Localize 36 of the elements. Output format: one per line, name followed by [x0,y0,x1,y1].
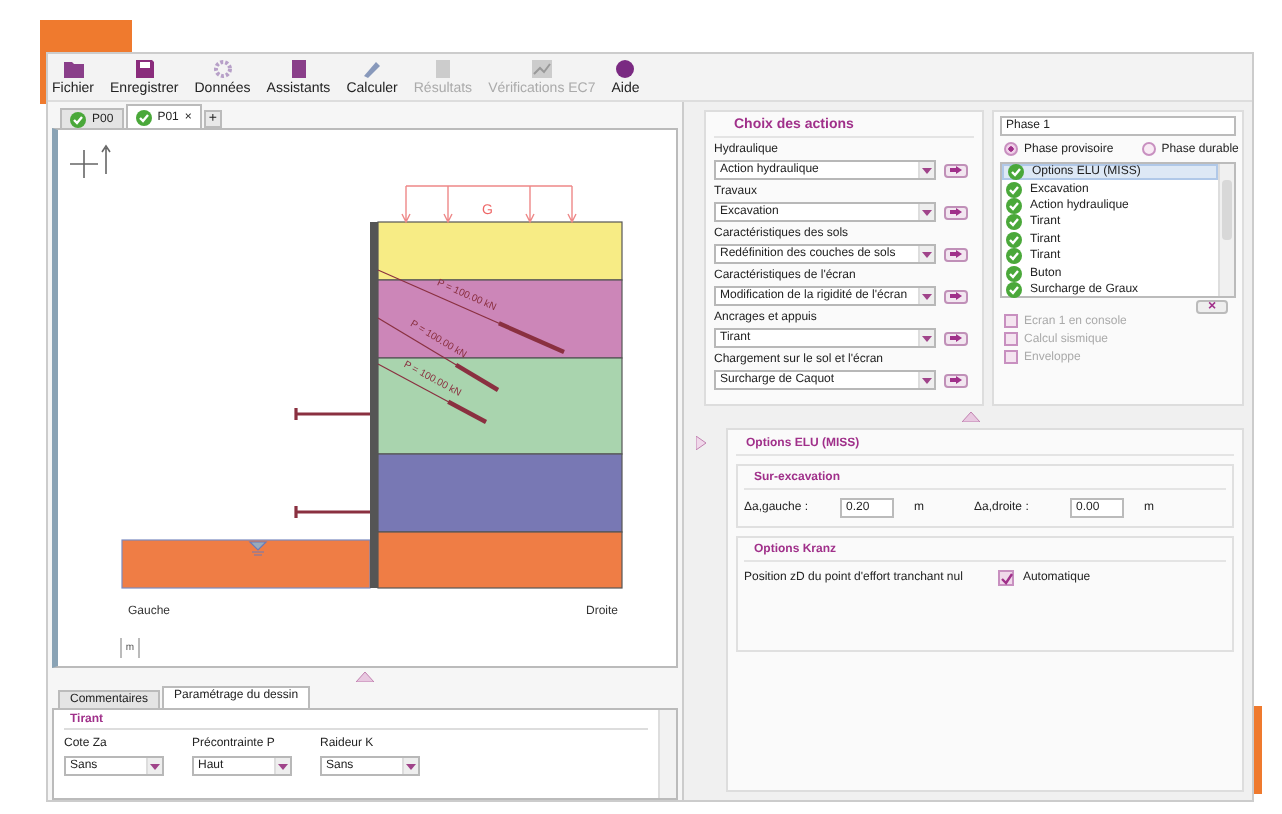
add-action-button[interactable] [944,331,968,345]
add-action-button[interactable] [944,289,968,303]
caret-icon [406,763,416,769]
add-action-button[interactable] [944,205,968,219]
caret-icon [278,763,288,769]
strut-drawing [294,504,372,520]
add-action-button[interactable] [944,373,968,387]
pencil-icon [362,60,383,78]
add-action-button[interactable] [944,247,968,261]
arrow-right-icon [950,334,962,342]
gear-icon [213,60,232,78]
arrow-right-icon [950,208,962,216]
chart-icon [531,60,552,78]
caret-icon [922,251,932,257]
document-icon [433,60,452,78]
caret-icon [922,335,932,341]
caret-icon [922,167,932,173]
caret-icon [922,293,932,299]
add-action-button[interactable] [944,163,968,177]
folder-icon [63,60,83,78]
caret-icon [922,209,932,215]
help-icon [616,60,635,78]
arrow-right-icon [950,292,962,300]
checkmark-icon [1000,572,1015,586]
caret-icon [922,377,932,383]
scrollbar[interactable] [658,710,676,798]
arrow-right-icon [950,250,962,258]
anchor-drawing [377,363,488,424]
book-icon [289,60,308,78]
crosshair-icon [69,144,111,179]
strut-drawing [294,406,372,422]
scrollbar[interactable] [1218,164,1234,296]
caret-icon [150,763,160,769]
arrow-right-icon [950,376,962,384]
water-level-icon [249,541,268,556]
arrow-right-icon [950,166,962,174]
